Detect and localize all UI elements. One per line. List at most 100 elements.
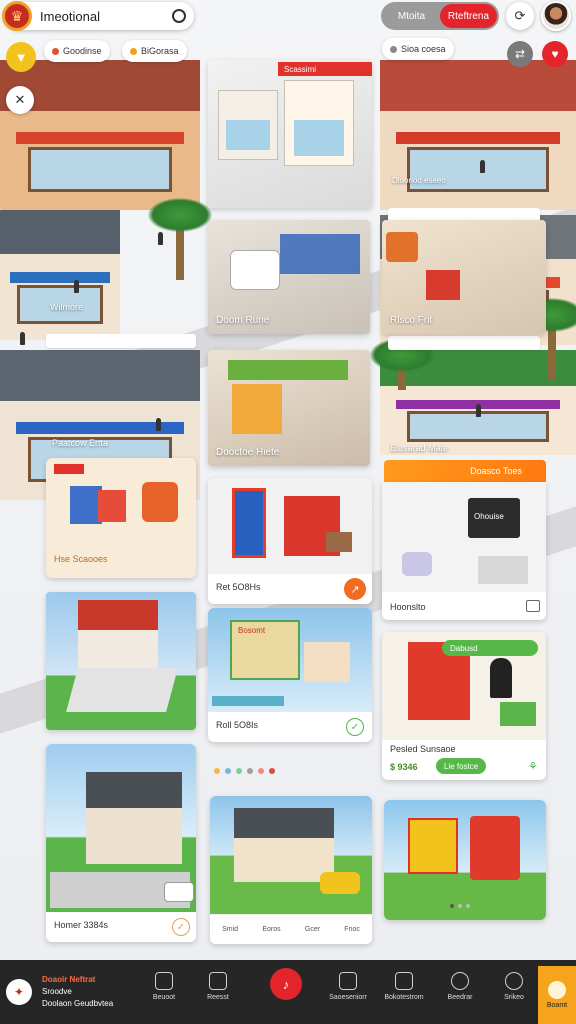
roof	[78, 600, 158, 630]
carousel-dot[interactable]	[214, 768, 220, 774]
carousel-dots[interactable]	[214, 768, 275, 774]
store-tile[interactable]: Doom Rune	[208, 220, 370, 334]
ribbon	[54, 464, 84, 474]
card-caption: Hse Scaooes	[54, 554, 108, 564]
mini-tab[interactable]: Eoros	[262, 926, 280, 933]
product-card[interactable]: Ret 5O8Hs ↗	[208, 478, 372, 604]
info-bar	[46, 334, 196, 348]
clock-icon	[505, 972, 523, 990]
store-tile[interactable]: Rlsco Frit	[382, 220, 546, 334]
user-icon	[451, 972, 469, 990]
carousel-dot[interactable]	[236, 768, 242, 774]
store-tile[interactable]: Dooctoe Hiete	[208, 350, 370, 466]
carousel-dot[interactable]	[258, 768, 264, 774]
swap-icon[interactable]: ⇄	[507, 41, 533, 67]
store-tile[interactable]: Scassimi	[208, 60, 372, 208]
nav-item-active[interactable]: Boamt	[538, 966, 576, 1024]
check-icon[interactable]: ✓	[346, 718, 364, 736]
person	[158, 232, 163, 245]
chip[interactable]: BiGorasa	[122, 40, 187, 62]
check-icon[interactable]: ✓	[172, 918, 190, 936]
nav-item[interactable]: Beuoot	[144, 972, 184, 1001]
delivery-van	[230, 250, 280, 290]
product-card[interactable]: Ohouise Hoonslto	[382, 482, 546, 620]
product-card[interactable]: Hse Scaooes	[46, 458, 196, 578]
shop-front	[78, 630, 158, 670]
dot-icon	[390, 45, 397, 53]
chip-label: Goodinse	[63, 46, 102, 56]
person	[74, 280, 79, 293]
plaza	[66, 668, 178, 712]
shop-box	[470, 816, 520, 880]
carousel-dot[interactable]	[247, 768, 253, 774]
search-bar[interactable]: ♛ Imeotional	[2, 1, 194, 31]
card-caption: Roll 5O8Is	[216, 720, 259, 730]
tools-icon[interactable]: ✕	[6, 86, 34, 114]
price-bar	[212, 696, 284, 706]
car	[320, 872, 360, 894]
page-dots[interactable]	[450, 904, 470, 908]
chip-label: Sioa coesa	[401, 44, 446, 54]
palm-tree	[370, 338, 434, 390]
chip[interactable]: Goodinse	[44, 40, 110, 62]
product-card[interactable]: Homer 3384s ✓	[46, 744, 196, 942]
nav-item[interactable]: Bokotestrom	[384, 972, 424, 1001]
goods-stack	[426, 270, 460, 300]
map-caption: Dlooriod eseeo	[392, 176, 446, 185]
refresh-icon[interactable]: ⟳	[506, 2, 534, 30]
toggle-option-a[interactable]: Mtoita	[383, 11, 440, 22]
brand-line: Sroodve	[42, 987, 72, 996]
clipboard-icon	[209, 972, 227, 990]
building[interactable]	[380, 60, 576, 210]
arrow-icon[interactable]: ↗	[344, 578, 366, 600]
view-toggle[interactable]: Mtoita Rteftrena	[381, 2, 499, 30]
product-card[interactable]	[384, 800, 546, 920]
nav-item[interactable]: Beedrar	[440, 972, 480, 1001]
search-icon[interactable]	[172, 9, 186, 23]
product-card[interactable]: Bosomt Roll 5O8Is ✓	[208, 608, 372, 742]
leaf-icon[interactable]: ⚘	[528, 760, 538, 773]
tile-label: Doom Rune	[216, 315, 270, 326]
mini-tab[interactable]: Smid	[222, 926, 238, 933]
nav-item[interactable]: Reesst	[198, 972, 238, 1001]
search-title: Imeotional	[40, 8, 100, 24]
product-card[interactable]: Dabusd Pesled Sunsaoe $ 9346 Lie fostce …	[382, 632, 546, 780]
toggle-option-b[interactable]: Rteftrena	[440, 4, 497, 28]
van	[402, 552, 432, 576]
heart-icon[interactable]: ♥	[542, 41, 568, 67]
bag-icon	[395, 972, 413, 990]
street-label: Wilmore	[50, 302, 83, 312]
nav-item[interactable]: Srikeo	[494, 972, 534, 1001]
chip[interactable]: Sioa coesa	[382, 38, 454, 60]
avatar[interactable]	[541, 1, 571, 31]
info-bar	[388, 336, 540, 350]
store-card[interactable]	[46, 592, 196, 730]
heart-icon[interactable]: ▼	[6, 42, 36, 72]
record-button[interactable]: ♪	[270, 968, 302, 1000]
gallery-icon[interactable]	[526, 600, 540, 612]
shop-front	[86, 808, 182, 864]
tile-label: Dooctoe Hiete	[216, 447, 280, 458]
action-button[interactable]: Lie fostce	[436, 758, 487, 774]
kiosk	[232, 488, 266, 558]
person	[480, 160, 485, 173]
mini-tab-bar[interactable]: Smid Eoros Gcer Fnoc	[210, 914, 372, 944]
mini-tab[interactable]: Fnoc	[344, 926, 360, 933]
nav-item[interactable]: Saoeseniorr	[328, 972, 368, 1001]
roof	[86, 772, 182, 808]
card-price: $ 9346	[390, 762, 418, 772]
tile-label: Elusarad Mate	[390, 443, 449, 453]
billboard: Ohouise	[468, 498, 520, 538]
carousel-dot[interactable]	[225, 768, 231, 774]
product-card[interactable]: Smid Eoros Gcer Fnoc	[210, 796, 372, 944]
brand-block[interactable]: ✦ Doaoir Neftrat Sroodve Doolaon Geudbvt…	[6, 974, 113, 1010]
building[interactable]	[0, 60, 200, 210]
shopkeeper	[490, 658, 512, 698]
building[interactable]	[0, 210, 120, 340]
shop-front	[232, 384, 282, 434]
mini-tab[interactable]: Gcer	[305, 926, 320, 933]
cart	[500, 702, 536, 726]
card-caption: Hoonslto	[390, 602, 426, 612]
home-icon	[548, 981, 566, 999]
carousel-dot[interactable]	[269, 768, 275, 774]
